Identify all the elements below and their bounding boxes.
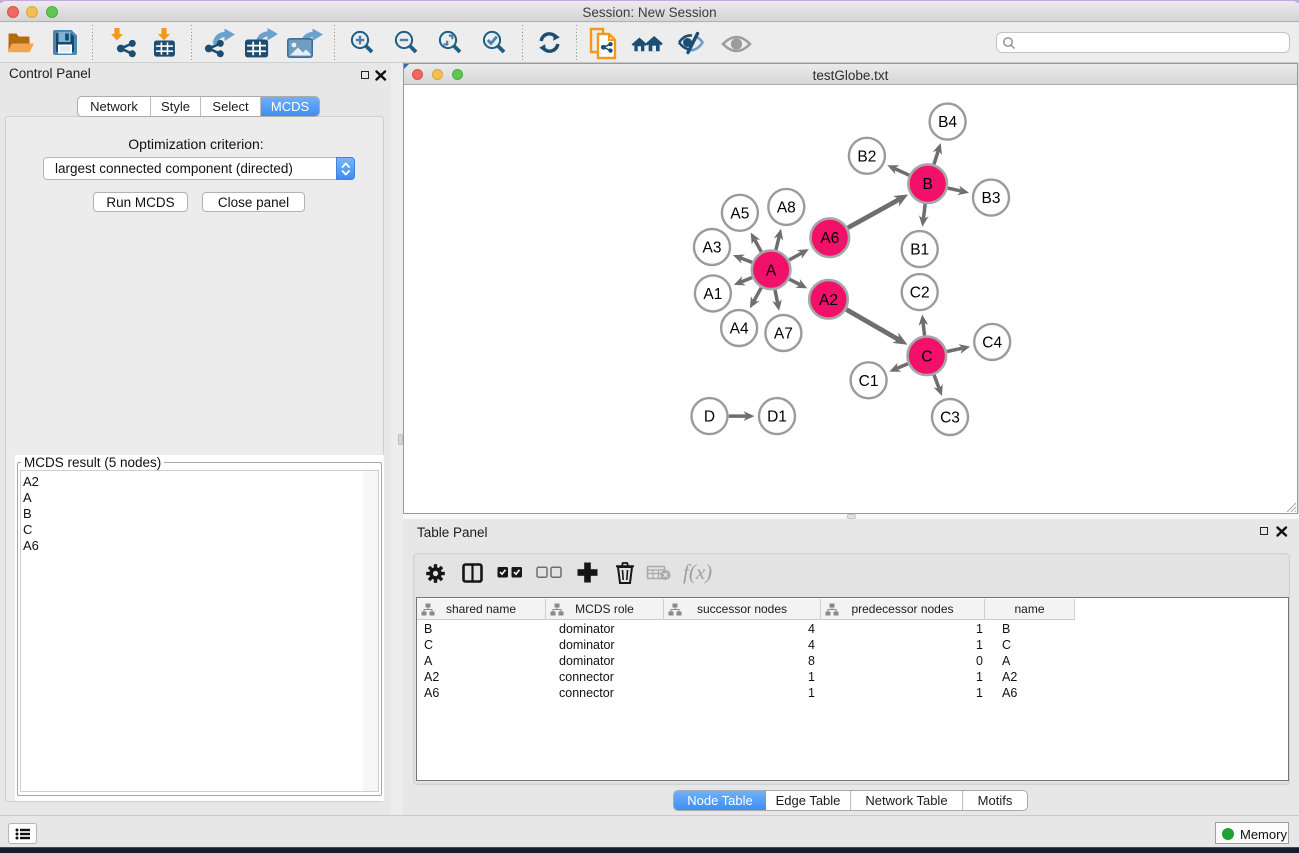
svg-text:C1: C1 <box>859 373 879 390</box>
svg-text:C2: C2 <box>910 285 930 302</box>
svg-text:A: A <box>766 262 777 279</box>
svg-text:A3: A3 <box>703 240 722 257</box>
svg-text:D1: D1 <box>767 409 787 426</box>
svg-text:B4: B4 <box>938 114 957 131</box>
svg-text:B3: B3 <box>982 190 1001 207</box>
svg-text:A5: A5 <box>730 205 749 222</box>
svg-text:B2: B2 <box>857 148 876 165</box>
svg-text:A1: A1 <box>703 286 722 303</box>
svg-text:A7: A7 <box>774 326 793 343</box>
svg-text:A8: A8 <box>777 199 796 216</box>
svg-text:C: C <box>921 348 932 365</box>
svg-text:A4: A4 <box>730 321 749 338</box>
svg-text:A2: A2 <box>819 292 838 309</box>
svg-text:C4: C4 <box>982 334 1002 351</box>
svg-text:D: D <box>704 409 715 426</box>
svg-text:C3: C3 <box>940 410 960 427</box>
svg-text:A6: A6 <box>820 230 839 247</box>
svg-text:B: B <box>923 176 933 193</box>
svg-text:B1: B1 <box>910 242 929 259</box>
